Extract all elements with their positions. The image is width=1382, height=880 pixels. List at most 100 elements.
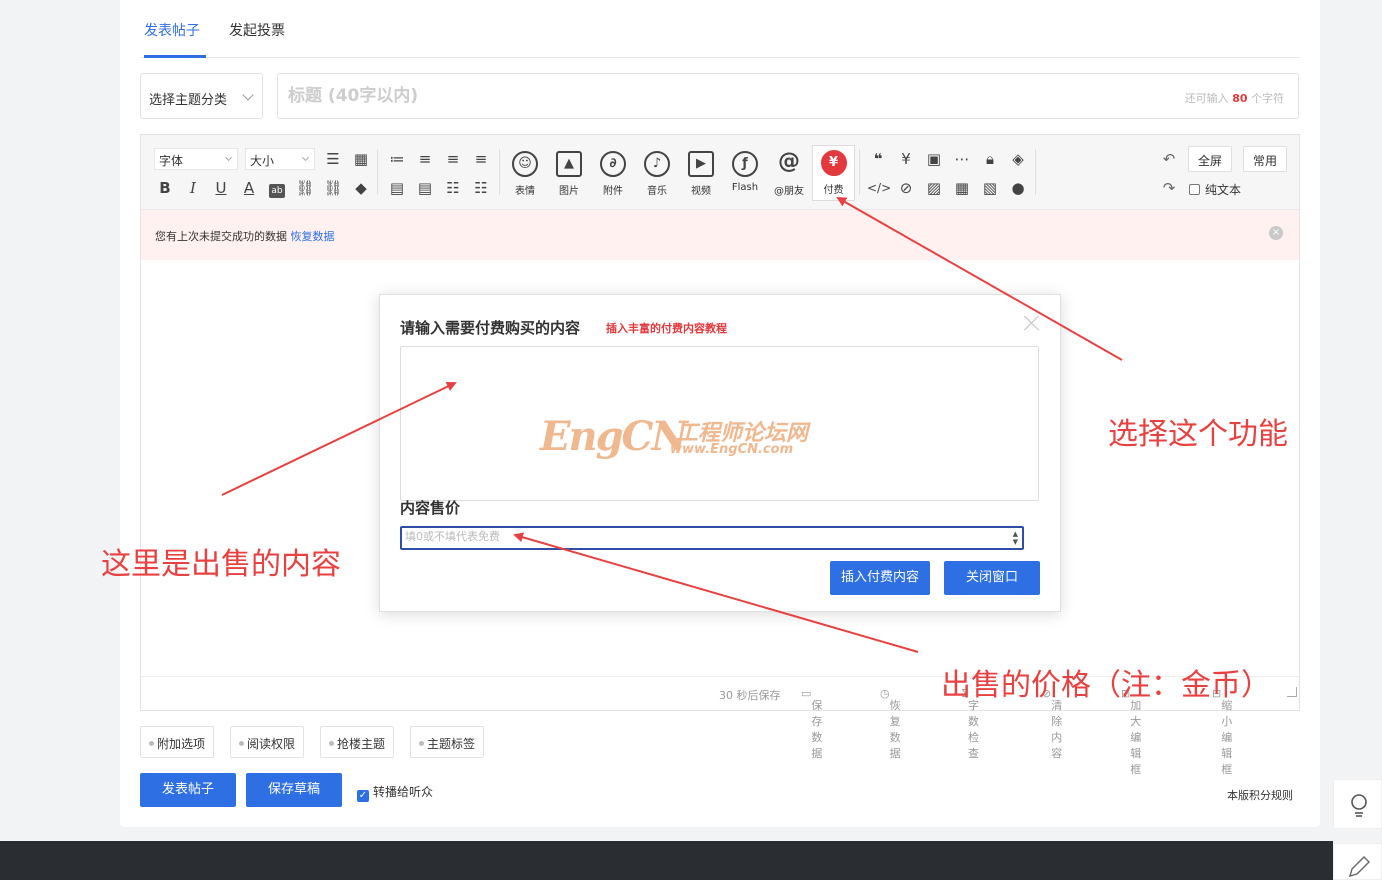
italic-icon[interactable]: I bbox=[182, 177, 204, 199]
price-label: 内容售价 bbox=[400, 499, 461, 517]
lock-icon[interactable]: 🔒︎ bbox=[979, 148, 1001, 170]
align-left-icon[interactable]: ≡ bbox=[414, 148, 436, 170]
save-draft-button[interactable]: 保存草稿 bbox=[246, 773, 342, 807]
font-select-label: 字体 bbox=[159, 154, 184, 168]
number-spinner[interactable]: ▲ ▼ bbox=[1013, 530, 1018, 546]
page-break-icon[interactable]: ⋯ bbox=[951, 148, 973, 170]
video-button[interactable]: ▶ 视频 bbox=[681, 151, 721, 197]
quote-icon[interactable]: ❝ bbox=[867, 148, 889, 170]
font-color-icon[interactable]: A bbox=[238, 177, 260, 199]
close-dialog-button[interactable]: 关闭窗口 bbox=[944, 561, 1040, 595]
remain-count: 80 bbox=[1232, 92, 1248, 105]
size-select[interactable]: 大小 bbox=[245, 148, 315, 170]
tab-post[interactable]: 发表帖子 bbox=[144, 20, 200, 40]
underline-icon[interactable]: U bbox=[210, 177, 232, 199]
option-tags[interactable]: 主题标签 bbox=[410, 726, 485, 758]
table-icon[interactable]: ▦ bbox=[350, 148, 372, 170]
video-icon: ▶ bbox=[688, 151, 714, 177]
restore-data-link[interactable]: ◷ 恢复数据 bbox=[880, 687, 901, 760]
list-icon[interactable]: ☷ bbox=[442, 177, 464, 199]
flash-button[interactable]: ƒ Flash bbox=[725, 151, 765, 193]
pay-button[interactable]: ¥ 付费 bbox=[812, 145, 855, 201]
rules-link[interactable]: 本版积分规则 bbox=[1227, 787, 1293, 803]
link-icon[interactable]: ⛓ bbox=[294, 177, 316, 199]
align-right-icon[interactable]: ≡ bbox=[470, 148, 492, 170]
mention-button[interactable]: @ @朋友 bbox=[769, 149, 809, 198]
grid-list-icon[interactable]: ▦ bbox=[951, 177, 973, 199]
word-count-label: 字数检查 bbox=[967, 699, 979, 760]
annotation-select-feature: 选择这个功能 bbox=[1108, 417, 1288, 452]
layers-icon[interactable]: ◈ bbox=[1007, 148, 1029, 170]
tab-active-indicator bbox=[144, 55, 206, 58]
save-draft-label: 保存草稿 bbox=[267, 782, 320, 797]
plain-text-toggle[interactable]: 纯文本 bbox=[1189, 181, 1241, 198]
background-color-icon[interactable]: ab bbox=[266, 177, 288, 199]
save-data-link[interactable]: ▭ 保存数据 bbox=[801, 687, 822, 760]
align-center-icon[interactable]: ≡ bbox=[442, 148, 464, 170]
ordered-list-icon[interactable]: ≔ bbox=[386, 148, 408, 170]
remain-suffix: 个字符 bbox=[1251, 92, 1284, 105]
forward-toggle[interactable]: ✓ 转播给听众 bbox=[357, 783, 433, 802]
chevron-down-icon bbox=[224, 153, 233, 162]
bullet-list-icon[interactable]: ☷ bbox=[470, 177, 492, 199]
forward-label: 转播给听众 bbox=[373, 785, 434, 799]
pay-content-textarea[interactable] bbox=[400, 346, 1039, 501]
toolbar-divider bbox=[377, 149, 378, 195]
tutorial-link[interactable]: 插入丰富的付费内容教程 bbox=[606, 320, 727, 336]
picture-icon[interactable]: ▨ bbox=[923, 177, 945, 199]
emoji-button[interactable]: ☺ 表情 bbox=[505, 151, 545, 197]
hatch-icon[interactable]: ▧ bbox=[979, 177, 1001, 199]
redo-icon[interactable]: ↷ bbox=[1158, 177, 1180, 199]
hide-icon[interactable]: ⊘ bbox=[895, 177, 917, 199]
coin-icon[interactable]: ¥ bbox=[895, 148, 917, 170]
at-icon: @ bbox=[778, 149, 800, 174]
dialog-title: 请输入需要付费购买的内容 bbox=[400, 319, 581, 337]
chevron-down-icon bbox=[301, 153, 310, 162]
qq-icon[interactable]: ● bbox=[1007, 177, 1029, 199]
restore-link[interactable]: 恢复数据 bbox=[291, 230, 335, 243]
insert-pay-content-button[interactable]: 插入付费内容 bbox=[830, 561, 930, 595]
tips-button[interactable] bbox=[1333, 779, 1382, 829]
resize-handle[interactable] bbox=[1287, 687, 1297, 697]
music-icon: ♪ bbox=[644, 151, 670, 177]
publish-button[interactable]: 发表帖子 bbox=[140, 773, 236, 807]
option-read-permission[interactable]: 阅读权限 bbox=[230, 726, 305, 758]
publish-label: 发表帖子 bbox=[161, 782, 214, 797]
close-icon[interactable] bbox=[1024, 315, 1040, 331]
float-right-icon[interactable]: ▤ bbox=[414, 177, 436, 199]
eraser-icon[interactable]: ◆ bbox=[350, 177, 372, 199]
plain-text-label: 纯文本 bbox=[1205, 183, 1242, 197]
edit-button[interactable] bbox=[1333, 843, 1382, 880]
image-icon: ▲ bbox=[556, 151, 582, 177]
float-left-icon[interactable]: ▤ bbox=[386, 177, 408, 199]
close-icon[interactable]: × bbox=[1269, 226, 1283, 240]
forward-checkbox[interactable]: ✓ bbox=[357, 790, 369, 802]
common-button[interactable]: 常用 bbox=[1243, 146, 1288, 172]
option-floor-grab[interactable]: 抢楼主题 bbox=[320, 726, 395, 758]
bold-icon[interactable]: B bbox=[154, 177, 176, 199]
emoji-label: 表情 bbox=[515, 186, 535, 197]
undo-icon[interactable]: ↶ bbox=[1158, 148, 1180, 170]
image-button[interactable]: ▲ 图片 bbox=[549, 151, 589, 197]
category-select-label: 选择主题分类 bbox=[149, 93, 228, 108]
word-icon[interactable]: ▣ bbox=[923, 148, 945, 170]
flash-label: Flash bbox=[731, 182, 759, 193]
unlink-icon[interactable]: ⛓ bbox=[322, 177, 344, 199]
pencil-icon bbox=[1348, 856, 1370, 878]
category-select[interactable]: 选择主题分类 bbox=[140, 73, 263, 119]
plain-text-checkbox[interactable] bbox=[1189, 184, 1200, 195]
fullscreen-button[interactable]: 全屏 bbox=[1188, 146, 1233, 172]
price-input[interactable] bbox=[405, 530, 995, 543]
option-extra[interactable]: 附加选项 bbox=[140, 726, 215, 758]
font-select[interactable]: 字体 bbox=[154, 148, 238, 170]
restore-message: 您有上次未提交成功的数据 恢复数据 bbox=[155, 228, 335, 244]
attachment-button[interactable]: ∂ 附件 bbox=[593, 151, 633, 197]
toolbar-divider bbox=[499, 149, 500, 195]
smile-icon: ☺ bbox=[512, 151, 538, 177]
code-icon[interactable]: </> bbox=[867, 177, 891, 199]
horizontal-rule-icon[interactable]: ☰ bbox=[322, 148, 344, 170]
title-input[interactable] bbox=[288, 86, 988, 106]
music-button[interactable]: ♪ 音乐 bbox=[637, 151, 677, 197]
tab-poll[interactable]: 发起投票 bbox=[229, 20, 285, 40]
post-tabs: 发表帖子 发起投票 bbox=[140, 0, 1300, 58]
